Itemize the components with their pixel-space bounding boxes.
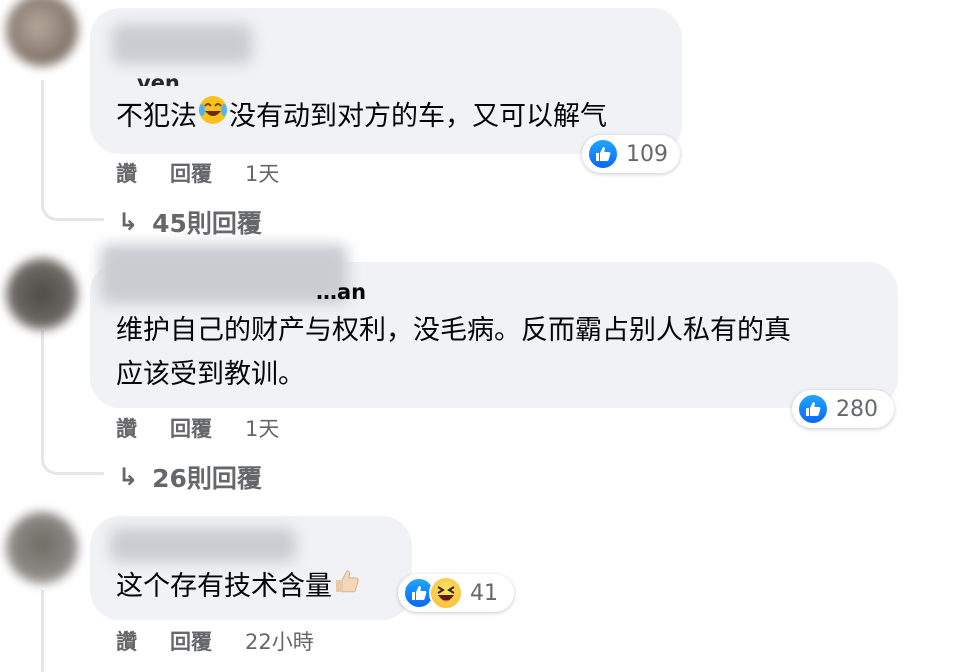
comment-text-line: 维护自己的财产与权利，没毛病。反而霸占别人私有的真 <box>116 315 791 346</box>
author-name[interactable]: …ven <box>116 66 180 86</box>
reply-arrow-icon: ↳ <box>118 208 139 236</box>
author-name-redacted <box>110 528 296 562</box>
like-button[interactable]: 讚 <box>116 626 137 656</box>
replies-count: 26則回覆 <box>152 464 262 493</box>
reply-button[interactable]: 回覆 <box>170 626 212 656</box>
haha-icon <box>429 576 463 610</box>
comment-text-part: 不犯法 <box>116 101 197 132</box>
comment-text-part: 这个存有技术含量 <box>116 571 332 602</box>
reaction-count: 41 <box>470 580 498 606</box>
like-icon <box>587 138 619 170</box>
thumbs-up-emoji <box>332 565 362 611</box>
comment-actions: 讚 回覆 1天 <box>116 413 312 443</box>
reply-arrow-icon: ↳ <box>118 463 139 491</box>
reaction-count: 109 <box>626 141 668 167</box>
comment-text: 不犯法 没有动到对方的车，又可以解气 <box>116 94 607 141</box>
comment-text: 这个存有技术含量 <box>116 564 362 611</box>
avatar[interactable] <box>6 0 78 66</box>
view-replies-link[interactable]: ↳ 45則回覆 <box>118 204 262 240</box>
like-icon <box>797 393 829 425</box>
thread-line <box>41 590 44 672</box>
thread-elbow <box>41 150 104 221</box>
timestamp[interactable]: 22小時 <box>245 626 314 656</box>
avatar[interactable] <box>6 512 78 584</box>
comment-actions: 讚 回覆 1天 <box>116 158 312 188</box>
thread-elbow <box>41 404 104 475</box>
author-name[interactable]: …an <box>316 280 366 304</box>
replies-count: 45則回覆 <box>152 209 262 238</box>
timestamp[interactable]: 1天 <box>245 158 279 188</box>
like-button[interactable]: 讚 <box>116 158 137 188</box>
reaction-summary[interactable]: 280 <box>792 390 894 428</box>
author-name-redacted <box>112 24 252 64</box>
reaction-summary[interactable]: 41 <box>398 574 514 612</box>
comment-text-line: 应该受到教训。 <box>116 359 305 390</box>
reaction-summary[interactable]: 109 <box>582 135 680 173</box>
view-replies-link[interactable]: ↳ 26則回覆 <box>118 459 262 495</box>
reply-button[interactable]: 回覆 <box>170 158 212 188</box>
reaction-count: 280 <box>836 396 878 422</box>
tears-of-joy-emoji <box>197 94 229 141</box>
avatar[interactable] <box>6 258 78 330</box>
comment-actions: 讚 回覆 22小時 <box>116 626 347 656</box>
timestamp[interactable]: 1天 <box>245 413 279 443</box>
author-name-redacted <box>100 244 348 304</box>
like-button[interactable]: 讚 <box>116 413 137 443</box>
comment-text-part: 没有动到对方的车，又可以解气 <box>229 101 607 132</box>
reply-button[interactable]: 回覆 <box>170 413 212 443</box>
